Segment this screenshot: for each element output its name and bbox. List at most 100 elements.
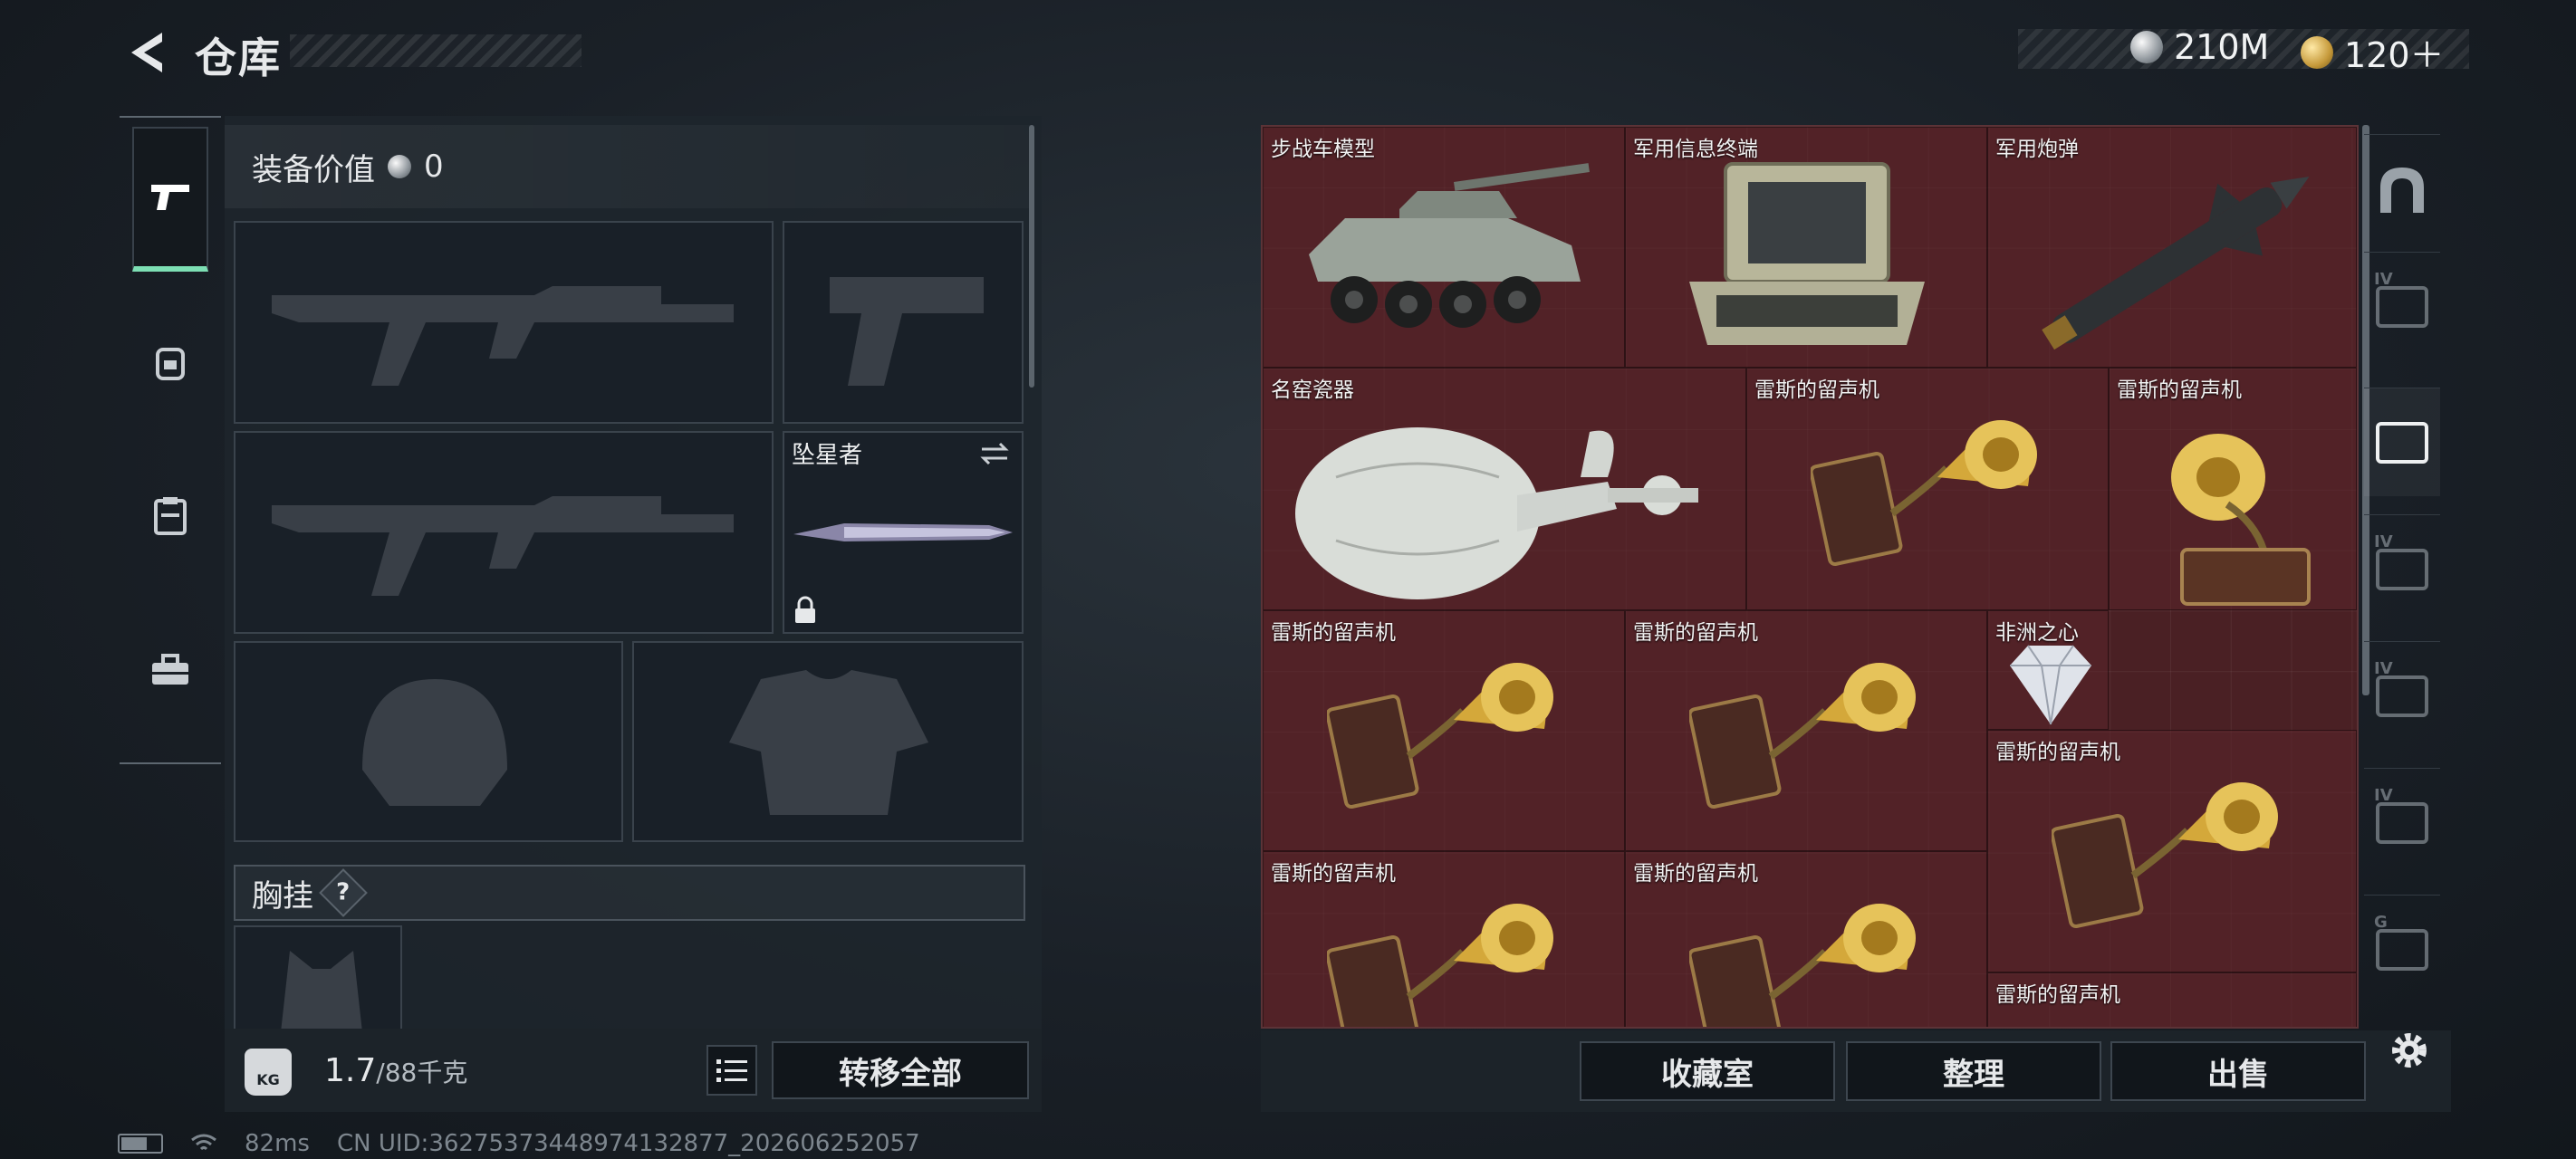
equipment-panel: 装备价值 0 坠星者 xyxy=(225,116,1042,1112)
gramophone-icon xyxy=(1689,904,1916,1027)
warehouse-item[interactable]: 雷斯的留声机 xyxy=(1263,851,1625,1027)
tab-storage-3[interactable] xyxy=(2364,388,2440,496)
collection-room-button[interactable]: 收藏室 xyxy=(1580,1041,1835,1101)
melee-slot-label: 坠星者 xyxy=(792,442,863,469)
storage-iv-icon: IV xyxy=(2374,270,2428,328)
chest-rig-label: 胸挂 xyxy=(252,877,313,915)
title-decoration xyxy=(290,34,582,67)
carry-weight: 1.7/88千克 xyxy=(324,1052,467,1089)
tab-storage-2[interactable]: IV xyxy=(2364,252,2440,360)
warehouse-item[interactable]: 雷斯的留声机 xyxy=(1625,851,1987,1027)
storage-g-icon: G xyxy=(2374,913,2428,971)
secondary-weapon-slot[interactable] xyxy=(234,431,774,634)
warehouse-grid: 步战车模型 军用信息终端 军用炮弹 名窑瓷器 雷斯的留声机 雷斯的留声机 雷斯的… xyxy=(1261,125,2359,1029)
list-icon xyxy=(716,1059,747,1082)
weight-icon: KG xyxy=(245,1049,292,1096)
equipment-value-label: 装备价值 xyxy=(252,151,375,188)
tab-backpack[interactable] xyxy=(132,290,208,435)
tab-storage-7[interactable]: G xyxy=(2364,895,2440,1003)
chest-rig-header: 胸挂 ? xyxy=(234,865,1025,921)
gramophone-icon xyxy=(1327,663,1553,809)
warehouse-item[interactable]: 军用炮弹 xyxy=(1987,127,2357,368)
camera-storage-icon xyxy=(2376,421,2428,464)
rifle-silhouette-icon xyxy=(272,286,734,386)
body-armor-slot[interactable] xyxy=(632,641,1024,842)
silver-coin-icon xyxy=(388,155,411,178)
warehouse-item[interactable]: 军用信息终端 xyxy=(1625,127,1987,368)
armor-silhouette-icon xyxy=(729,670,928,815)
silver-amount: 210M xyxy=(2174,27,2270,67)
toolbox-icon xyxy=(152,654,188,685)
gramophone-icon xyxy=(1811,420,2037,566)
equipment-category-tabs xyxy=(120,116,221,764)
equipment-value: 0 xyxy=(424,148,444,185)
diamond-icon xyxy=(2010,645,2091,725)
organize-button[interactable]: 整理 xyxy=(1846,1041,2101,1101)
lock-icon xyxy=(795,596,815,623)
status-bar: 82ms CN UID:36275373448974132877_2026062… xyxy=(118,1130,920,1157)
sell-button[interactable]: 出售 xyxy=(2110,1041,2366,1101)
wifi-icon xyxy=(191,1134,216,1151)
ifv-model-icon xyxy=(1309,163,1590,328)
arch-icon xyxy=(2380,167,2424,213)
gold-amount: 120＋ xyxy=(2344,35,2445,75)
helmet-slot[interactable] xyxy=(234,641,623,842)
back-button[interactable] xyxy=(118,27,172,78)
transfer-all-button[interactable]: 转移全部 xyxy=(772,1041,1029,1099)
artillery-shell-icon xyxy=(2042,176,2310,350)
primary-weapon-slot[interactable] xyxy=(234,221,774,424)
clipboard-icon xyxy=(154,497,187,535)
storage-tabs: IV IV IV IV G xyxy=(2364,125,2446,1021)
warehouse-item[interactable]: 雷斯的留声机 xyxy=(1987,730,2357,972)
weight-bar: KG 1.7/88千克 转移全部 xyxy=(225,1029,1042,1112)
tab-weapons[interactable] xyxy=(132,127,208,272)
tab-storage-5[interactable]: IV xyxy=(2364,641,2440,750)
list-view-button[interactable] xyxy=(706,1045,757,1096)
warehouse-item[interactable]: 非洲之心 xyxy=(1987,610,2109,730)
help-icon[interactable]: ? xyxy=(319,868,368,917)
melee-slot[interactable]: 坠星者 xyxy=(783,431,1024,634)
gramophone-icon xyxy=(1327,904,1553,1027)
page-title: 仓库 xyxy=(195,34,282,82)
storage-iv-icon: IV xyxy=(2374,786,2428,844)
warehouse-item[interactable]: 雷斯的留声机 xyxy=(1625,610,1987,851)
military-terminal-icon xyxy=(1689,162,1925,345)
swap-icon[interactable] xyxy=(978,440,1011,467)
silver-coin-icon xyxy=(2130,31,2163,63)
current-weight: 1.7 xyxy=(324,1052,377,1089)
gear-icon xyxy=(2392,1033,2427,1068)
gramophone-icon xyxy=(2171,434,2311,606)
max-weight: /88千克 xyxy=(376,1058,468,1087)
storage-iv-icon: IV xyxy=(2374,659,2428,717)
silver-currency: 210M xyxy=(2130,27,2269,67)
tab-storage-6[interactable]: IV xyxy=(2364,768,2440,876)
equipment-scrollbar[interactable] xyxy=(1029,125,1034,388)
gold-coin-icon xyxy=(2301,35,2333,69)
ping-text: 82ms xyxy=(245,1130,310,1157)
gramophone-icon xyxy=(1689,663,1916,809)
pistol-silhouette-icon xyxy=(830,277,984,386)
warehouse-item[interactable]: 步战车模型 xyxy=(1263,127,1625,368)
knife-icon xyxy=(793,523,1013,541)
warehouse-item[interactable]: 雷斯的留声机 xyxy=(1746,368,2109,610)
warehouse-item[interactable]: 雷斯的留声机 xyxy=(1263,610,1625,851)
storage-iv-icon: IV xyxy=(2374,532,2428,590)
gramophone-icon xyxy=(2052,782,2278,928)
battery-icon xyxy=(118,1134,163,1154)
gold-currency[interactable]: 120＋ xyxy=(2301,27,2445,77)
pistol-slot[interactable] xyxy=(783,221,1024,424)
backpack-icon xyxy=(156,348,185,380)
tab-storage-4[interactable]: IV xyxy=(2364,514,2440,623)
tab-armor[interactable] xyxy=(132,444,208,589)
tab-toolbox[interactable] xyxy=(132,598,208,742)
pistol-icon xyxy=(151,185,189,210)
tab-storage-1[interactable] xyxy=(2364,134,2440,243)
settings-button[interactable] xyxy=(2382,1023,2437,1078)
equipment-value-header: 装备价值 0 xyxy=(225,125,1031,208)
helmet-silhouette-icon xyxy=(362,679,507,806)
chest-rig-slot[interactable] xyxy=(234,925,402,1032)
vest-silhouette-icon xyxy=(281,951,362,1032)
warehouse-item[interactable]: 雷斯的留声机 xyxy=(1987,972,2357,1027)
warehouse-item[interactable]: 雷斯的留声机 xyxy=(2109,368,2357,610)
warehouse-item[interactable]: 名窑瓷器 xyxy=(1263,368,1746,610)
